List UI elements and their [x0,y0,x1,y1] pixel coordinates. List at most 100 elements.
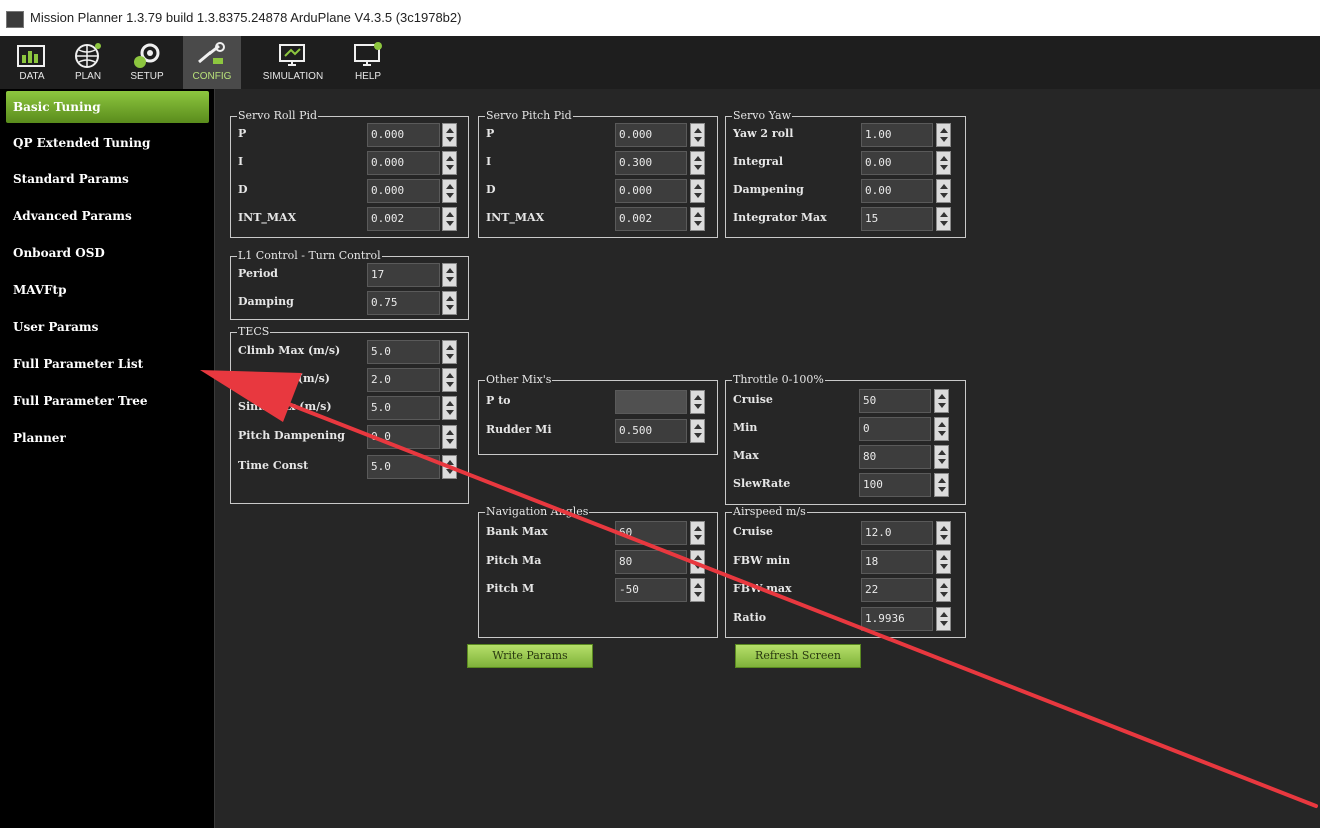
param-row: I 0.300 [479,149,717,177]
servo-roll-pid-group: Servo Roll Pid P 0.000 I 0.000 D 0.000 I… [230,109,469,238]
group-title: Other Mix's [485,373,553,386]
spin-button[interactable] [442,123,457,147]
param-value-input[interactable]: 0.000 [367,123,440,147]
spin-button[interactable] [690,179,705,203]
spin-button[interactable] [936,578,951,602]
refresh-screen-button[interactable]: Refresh Screen [735,644,861,668]
param-value-input[interactable]: 0.002 [615,207,687,231]
sidebar-item-mavftp[interactable]: MAVFtp [6,274,209,306]
spin-button[interactable] [690,207,705,231]
spin-button[interactable] [936,607,951,631]
param-value-input[interactable]: 1.00 [861,123,933,147]
spin-button[interactable] [442,455,457,479]
spin-button[interactable] [936,207,951,231]
param-value-input[interactable]: 2.0 [367,368,440,392]
param-row: Period 17 [231,261,468,289]
toolbar-plan-button[interactable]: PLAN [62,36,114,89]
spin-button[interactable] [936,179,951,203]
sidebar-item-user-params[interactable]: User Params [6,311,209,343]
spin-button[interactable] [442,340,457,364]
param-value-input[interactable]: 12.0 [861,521,933,545]
spin-button[interactable] [936,521,951,545]
param-value-input[interactable]: 5.0 [367,340,440,364]
sidebar-item-standard-params[interactable]: Standard Params [6,163,209,195]
spin-button[interactable] [934,389,949,413]
sidebar-item-qp-extended-tuning[interactable]: QP Extended Tuning [6,127,209,159]
param-row: Pitch Dampening 0.0 [231,423,468,451]
spin-up-icon [446,268,454,273]
toolbar-simulation-button[interactable]: SIMULATION [250,36,336,89]
toolbar-config-button[interactable]: CONFIG [183,36,241,89]
spin-button[interactable] [442,291,457,315]
spin-button[interactable] [442,263,457,287]
param-value-input[interactable]: 0.500 [615,419,687,443]
param-value-input[interactable]: 0.0 [367,425,440,449]
sidebar-item-advanced-params[interactable]: Advanced Params [6,200,209,232]
param-value-input[interactable]: 0.002 [367,207,440,231]
spin-down-icon [938,459,946,464]
spin-button[interactable] [690,578,705,602]
param-value-input[interactable]: 5.0 [367,455,440,479]
param-value-input[interactable]: 0.000 [615,123,687,147]
param-label: Cruise [733,525,773,538]
param-value-input[interactable]: 80 [859,445,931,469]
toolbar-data-button[interactable]: DATA [6,36,58,89]
param-value-input[interactable]: 100 [859,473,931,497]
sidebar-item-onboard-osd[interactable]: Onboard OSD [6,237,209,269]
toolbar-help-button[interactable]: HELP [344,36,392,89]
spin-button[interactable] [690,419,705,443]
toolbar-setup-button[interactable]: SETUP [118,36,176,89]
param-value-input[interactable]: 15 [861,207,933,231]
spin-button[interactable] [690,521,705,545]
write-params-button[interactable]: Write Params [467,644,593,668]
spin-button[interactable] [936,151,951,175]
spin-button[interactable] [442,396,457,420]
param-row: Rudder Mi 0.500 [479,417,717,445]
param-value-input[interactable]: 0.00 [861,151,933,175]
spin-button[interactable] [936,550,951,574]
param-value-input[interactable]: 80 [615,550,687,574]
param-value-input[interactable] [615,390,687,414]
sidebar-item-planner[interactable]: Planner [6,422,209,454]
param-row: Dampening 0.00 [726,177,965,205]
spin-button[interactable] [934,445,949,469]
spin-button[interactable] [442,179,457,203]
param-value-input[interactable]: 0.00 [861,179,933,203]
spin-down-icon [694,193,702,198]
config-icon [198,42,225,64]
spin-button[interactable] [934,417,949,441]
spin-button[interactable] [690,550,705,574]
param-value-input[interactable]: 60 [615,521,687,545]
spin-button[interactable] [934,473,949,497]
param-value-input[interactable]: 0.300 [615,151,687,175]
spin-button[interactable] [690,123,705,147]
param-label: Sink Max (m/s) [238,400,332,413]
param-value-input[interactable]: 0.000 [367,151,440,175]
sidebar-item-basic-tuning[interactable]: Basic Tuning [6,91,209,123]
param-value-input[interactable]: 5.0 [367,396,440,420]
other-mix-group: Other Mix's P to Rudder Mi 0.500 [478,373,718,455]
param-value-input[interactable]: 0.000 [615,179,687,203]
param-value-input[interactable]: 0 [859,417,931,441]
help-icon [354,42,382,66]
spin-button[interactable] [690,390,705,414]
spin-down-icon [938,431,946,436]
param-value-input[interactable]: -50 [615,578,687,602]
param-value-input[interactable]: 1.9936 [861,607,933,631]
sidebar-item-full-parameter-tree[interactable]: Full Parameter Tree [6,385,209,417]
spin-button[interactable] [442,207,457,231]
spin-button[interactable] [442,151,457,175]
param-value-input[interactable]: 18 [861,550,933,574]
param-value-input[interactable]: 17 [367,263,440,287]
param-value-input[interactable]: 0.75 [367,291,440,315]
spin-button[interactable] [936,123,951,147]
param-value-input[interactable]: 0.000 [367,179,440,203]
param-row: FBW min 18 [726,548,965,576]
param-value-input[interactable]: 50 [859,389,931,413]
spin-button[interactable] [690,151,705,175]
spin-button[interactable] [442,368,457,392]
spin-down-icon [446,382,454,387]
param-value-input[interactable]: 22 [861,578,933,602]
spin-button[interactable] [442,425,457,449]
sidebar-item-full-parameter-list[interactable]: Full Parameter List [6,348,209,380]
